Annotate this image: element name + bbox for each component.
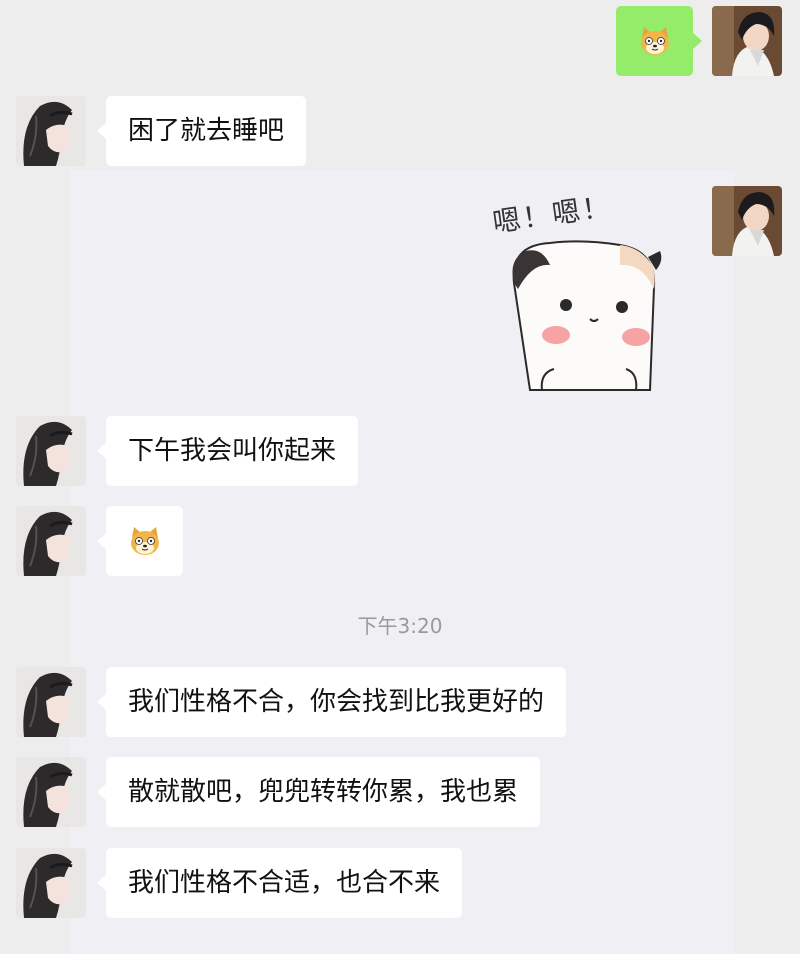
contact-avatar[interactable] bbox=[16, 506, 86, 576]
incoming-message-bubble[interactable]: 散就散吧，兜兜转转你累，我也累 bbox=[96, 757, 541, 827]
incoming-emoji-bubble[interactable] bbox=[97, 506, 183, 576]
contact-avatar[interactable] bbox=[16, 848, 86, 918]
my-avatar[interactable] bbox=[712, 6, 782, 76]
contact-avatar[interactable] bbox=[16, 96, 86, 166]
contact-avatar[interactable] bbox=[16, 416, 86, 486]
doge-emoji-icon bbox=[130, 527, 159, 555]
incoming-message-bubble[interactable]: 我们性格不合，你会找到比我更好的 bbox=[96, 667, 567, 737]
contact-avatar[interactable] bbox=[16, 667, 86, 737]
incoming-message-bubble[interactable]: 困了就去睡吧 bbox=[96, 96, 307, 166]
my-avatar[interactable] bbox=[712, 186, 782, 256]
incoming-message-bubble[interactable]: 下午我会叫你起来 bbox=[96, 416, 359, 486]
doge-emoji-icon bbox=[640, 27, 669, 55]
message-timestamp: 下午3:20 bbox=[357, 614, 443, 638]
outgoing-emoji-bubble[interactable] bbox=[616, 6, 702, 76]
outgoing-sticker[interactable]: 嗯！嗯！ bbox=[470, 185, 695, 410]
contact-avatar[interactable] bbox=[16, 757, 86, 827]
incoming-message-bubble[interactable]: 我们性格不合适，也合不来 bbox=[96, 848, 463, 918]
